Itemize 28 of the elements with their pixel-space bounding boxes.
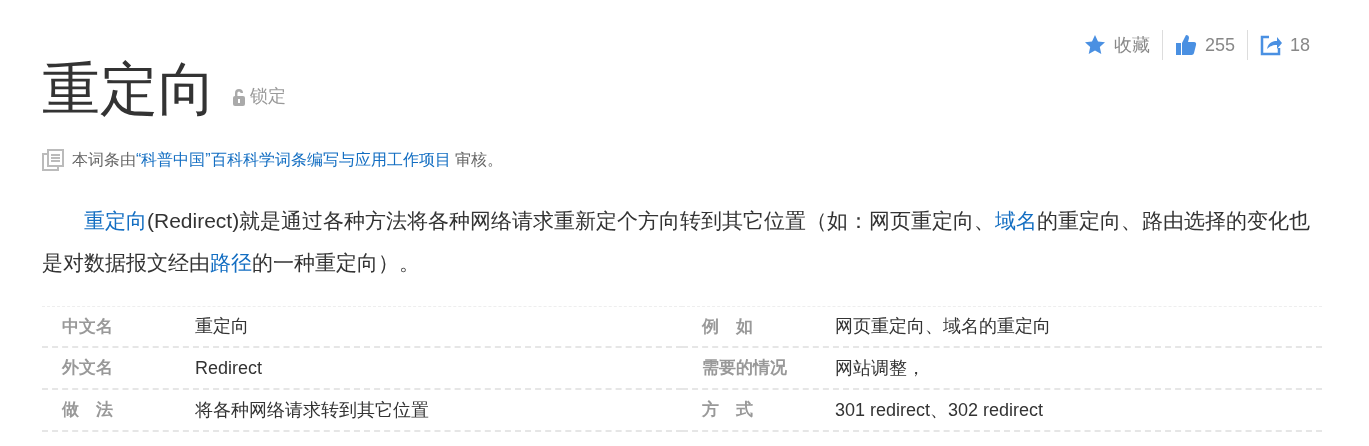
text-link[interactable]: 路径: [210, 251, 252, 274]
thumbs-up-icon: [1174, 34, 1197, 56]
info-label: 做 法: [61, 398, 114, 422]
info-value: 网页重定向、域名的重定向: [835, 315, 1051, 338]
info-value: Redirect: [195, 356, 263, 380]
thumbs-up-button[interactable]: 255: [1161, 30, 1247, 60]
info-value: 将各种网络请求转到其它位置: [195, 398, 429, 422]
text-link[interactable]: 重定向: [84, 209, 147, 232]
info-value: 重定向: [195, 315, 249, 338]
info-value: 301 redirect、302 redirect: [835, 398, 1044, 422]
lock-icon: [232, 87, 246, 106]
summary-paragraph: 重定向(Redirect)就是通过各种方法将各种网络请求重新定个方向转到其它位置（如：网页重定向、域名的重定向、路由选择的变化也是对数据报文经由路径的一种重定向）。: [42, 208, 1312, 276]
info-label: 中文名: [61, 314, 114, 338]
star-button[interactable]: 收藏: [1071, 30, 1162, 60]
info-value: 网站调整，: [835, 356, 925, 380]
share-button[interactable]: 18: [1246, 30, 1322, 60]
info-label: 例 如: [701, 314, 754, 338]
text-link[interactable]: 域名: [995, 209, 1038, 232]
entry-title: 重定向: [42, 60, 216, 118]
document-icon: [42, 149, 64, 171]
text-link[interactable]: “科普中国”百科科学词条编写与应用工作项目: [136, 151, 451, 168]
lock-label: 锁定: [250, 85, 286, 108]
share-icon: [1259, 34, 1282, 56]
star-icon: [1083, 34, 1106, 56]
info-label: 方 式: [701, 398, 754, 422]
info-label: 外文名: [61, 356, 114, 380]
info-label: 需要的情况: [701, 356, 788, 380]
review-note: 本词条由“科普中国”百科科学词条编写与应用工作项目 审核。: [72, 150, 504, 170]
